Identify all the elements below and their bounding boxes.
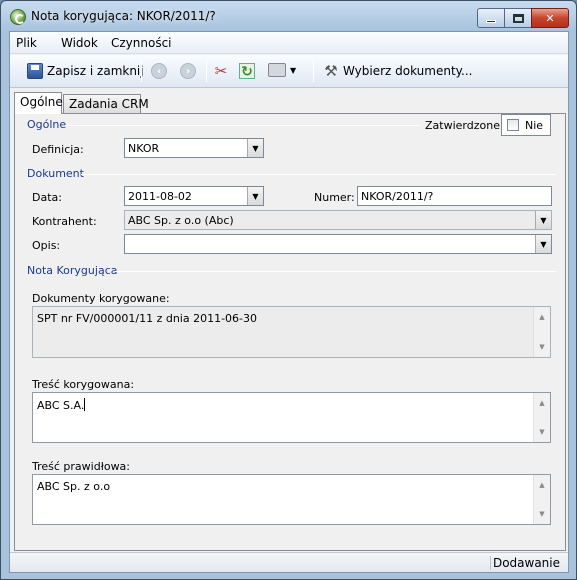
back-arrow-icon: ‹ xyxy=(151,63,167,79)
corrected-content-text: ABC S.A. xyxy=(37,399,85,412)
window-title: Nota korygująca: NKOR/2011/? xyxy=(31,9,216,23)
divider xyxy=(65,125,420,126)
magic-wand-icon: ⚒ xyxy=(324,62,338,80)
corrected-content-label: Treść korygowana: xyxy=(32,378,135,391)
corrected-documents-value: SPT nr FV/000001/11 z dnia 2011-06-30 xyxy=(37,312,258,325)
contractor-label: Kontrahent: xyxy=(32,215,97,228)
scroll-up-icon[interactable]: ▲ xyxy=(534,395,550,411)
minimize-icon xyxy=(486,19,496,23)
forward-button[interactable]: › xyxy=(180,63,196,79)
choose-documents-label: Wybierz dokumenty... xyxy=(343,64,473,78)
chevron-down-icon[interactable]: ▼ xyxy=(535,235,551,253)
vertical-scrollbar[interactable]: ▲ ▼ xyxy=(533,307,550,357)
section-correction-title: Nota Korygująca xyxy=(27,264,118,277)
scroll-up-icon[interactable]: ▲ xyxy=(534,477,550,493)
title-bar[interactable]: Nota korygująca: NKOR/2011/? ✕ xyxy=(1,1,576,31)
definition-select[interactable]: NKOR ▼ xyxy=(124,138,264,158)
choose-documents-button[interactable]: ⚒ Wybierz dokumenty... xyxy=(323,62,473,80)
menu-widok[interactable]: Widok xyxy=(61,36,98,50)
approved-value: Nie xyxy=(525,118,544,132)
chevron-down-icon[interactable]: ▼ xyxy=(247,139,263,157)
status-bar: Dodawanie xyxy=(10,552,568,572)
divider xyxy=(115,271,556,272)
date-picker[interactable]: 2011-08-02 ▼ xyxy=(124,186,264,206)
tools-button[interactable]: ✂ xyxy=(213,63,229,79)
definition-label: Definicja: xyxy=(32,143,84,156)
window: Nota korygująca: NKOR/2011/? ✕ Plik Wido… xyxy=(0,0,577,580)
corrected-content-value: ABC S.A. xyxy=(37,398,86,412)
close-icon: ✕ xyxy=(545,11,555,25)
tab-panel-general: Ogólne Zatwierdzone: Nie Definicja: NKOR… xyxy=(14,113,566,551)
definition-value: NKOR xyxy=(128,142,160,155)
contractor-value: ABC Sp. z o.o (Abc) xyxy=(128,214,234,227)
number-field[interactable]: NKOR/2011/? xyxy=(357,186,552,206)
approved-toggle[interactable]: Nie xyxy=(501,114,551,136)
correct-content-label: Treść prawidłowa: xyxy=(32,460,131,473)
back-button[interactable]: ‹ xyxy=(151,63,167,79)
correct-content-memo[interactable]: ABC Sp. z o.o ▲ ▼ xyxy=(32,474,551,525)
toolbar: Zapisz i zamknij ‹ › ✂ ↻ ▼ ⚒ Wybierz dok… xyxy=(10,55,568,88)
save-and-close-button[interactable]: Zapisz i zamknij xyxy=(27,63,144,79)
corrected-content-memo[interactable]: ABC S.A. ▲ ▼ xyxy=(32,392,551,443)
status-separator xyxy=(490,556,491,570)
date-label: Data: xyxy=(32,191,62,204)
scroll-down-icon[interactable]: ▼ xyxy=(534,506,550,522)
menu-czynnosci[interactable]: Czynności xyxy=(111,36,172,50)
minimize-button[interactable] xyxy=(477,8,505,28)
tab-zadania-crm[interactable]: Zadania CRM xyxy=(63,94,149,114)
divider xyxy=(81,174,556,175)
forward-arrow-icon: › xyxy=(180,63,196,79)
save-and-close-label: Zapisz i zamknij xyxy=(47,64,144,78)
refresh-button[interactable]: ↻ xyxy=(239,63,255,80)
number-value: NKOR/2011/? xyxy=(361,190,434,203)
refresh-icon: ↻ xyxy=(239,63,255,80)
description-select[interactable]: ▼ xyxy=(124,234,552,254)
status-mode: Dodawanie xyxy=(492,556,560,570)
toolbar-separator xyxy=(313,60,314,82)
chevron-down-icon[interactable]: ▼ xyxy=(535,211,551,229)
contractor-select[interactable]: ABC Sp. z o.o (Abc) ▼ xyxy=(124,210,552,230)
printer-icon xyxy=(268,63,286,77)
corrected-documents-memo[interactable]: SPT nr FV/000001/11 z dnia 2011-06-30 ▲ … xyxy=(32,306,551,358)
scroll-down-icon[interactable]: ▼ xyxy=(534,339,550,355)
text-caret xyxy=(84,398,86,411)
description-label: Opis: xyxy=(32,239,61,252)
app-icon xyxy=(10,9,26,25)
correct-content-value: ABC Sp. z o.o xyxy=(37,480,111,493)
chevron-down-icon[interactable]: ▼ xyxy=(247,187,263,205)
menu-plik[interactable]: Plik xyxy=(16,36,37,50)
approved-label: Zatwierdzone: xyxy=(425,119,504,132)
tools-icon: ✂ xyxy=(214,62,228,80)
close-button[interactable]: ✕ xyxy=(531,8,569,28)
menu-bar: Plik Widok Czynności xyxy=(10,32,568,54)
chevron-down-icon: ▼ xyxy=(290,65,297,75)
scroll-down-icon[interactable]: ▼ xyxy=(534,424,550,440)
vertical-scrollbar[interactable]: ▲ ▼ xyxy=(533,475,550,524)
scroll-up-icon[interactable]: ▲ xyxy=(534,309,550,325)
save-icon xyxy=(27,63,43,79)
corrected-documents-label: Dokumenty korygowane: xyxy=(32,292,170,305)
section-general-title: Ogólne xyxy=(27,118,67,131)
number-label: Numer: xyxy=(314,191,355,204)
section-document-title: Dokument xyxy=(27,167,84,180)
maximize-button[interactable] xyxy=(504,8,532,28)
date-value: 2011-08-02 xyxy=(128,190,192,203)
tab-ogolne[interactable]: Ogólne xyxy=(14,92,63,114)
client-area: Plik Widok Czynności Zapisz i zamknij ‹ … xyxy=(9,31,569,573)
vertical-scrollbar[interactable]: ▲ ▼ xyxy=(533,393,550,442)
toolbar-separator xyxy=(141,60,142,82)
approved-checkbox[interactable] xyxy=(507,119,519,131)
toolbar-separator xyxy=(206,60,207,82)
maximize-icon xyxy=(512,13,524,23)
print-button[interactable]: ▼ xyxy=(268,63,296,77)
